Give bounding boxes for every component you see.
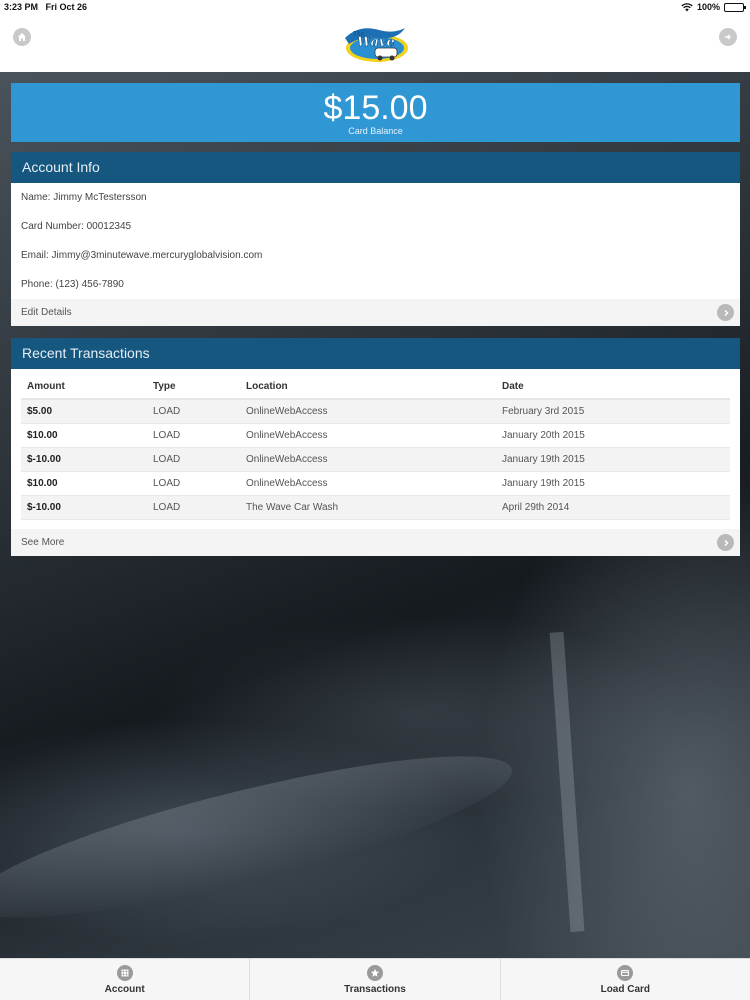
chevron-right-icon bbox=[717, 304, 734, 321]
table-header-row: Amount Type Location Date bbox=[21, 375, 730, 400]
transaction-amount: $-10.00 bbox=[21, 447, 147, 472]
transaction-amount: $10.00 bbox=[21, 423, 147, 448]
transaction-type: LOAD bbox=[147, 423, 240, 448]
transaction-location: OnlineWebAccess bbox=[240, 471, 496, 496]
transaction-location: OnlineWebAccess bbox=[240, 447, 496, 472]
recent-transactions-title: Recent Transactions bbox=[11, 338, 740, 369]
transaction-date: April 29th 2014 bbox=[496, 495, 730, 520]
status-date: Fri Oct 26 bbox=[45, 2, 88, 12]
background-highlight bbox=[0, 725, 523, 949]
card-balance-label: Card Balance bbox=[348, 126, 403, 136]
transaction-location: OnlineWebAccess bbox=[240, 399, 496, 424]
transaction-type: LOAD bbox=[147, 399, 240, 424]
transaction-location: The Wave Car Wash bbox=[240, 495, 496, 520]
transaction-type: LOAD bbox=[147, 447, 240, 472]
status-time-date: 3:23 PM Fri Oct 26 bbox=[4, 2, 87, 12]
see-more-label: See More bbox=[21, 537, 65, 548]
transaction-date: January 19th 2015 bbox=[496, 447, 730, 472]
transaction-location: OnlineWebAccess bbox=[240, 423, 496, 448]
account-info-card: Account Info Name: Jimmy McTestersson Ca… bbox=[11, 152, 740, 326]
exit-icon bbox=[725, 34, 731, 40]
transaction-amount: $10.00 bbox=[21, 471, 147, 496]
battery-icon bbox=[724, 2, 746, 12]
table-row: $5.00 LOAD OnlineWebAccess February 3rd … bbox=[21, 399, 730, 424]
column-header-type: Type bbox=[147, 375, 240, 400]
home-icon bbox=[18, 33, 26, 41]
tab-transactions[interactable]: Transactions bbox=[250, 959, 501, 1000]
recent-transactions-card: Recent Transactions Amount Type Location… bbox=[11, 338, 740, 556]
transaction-type: LOAD bbox=[147, 471, 240, 496]
status-bar: 3:23 PM Fri Oct 26 100% bbox=[0, 0, 750, 14]
see-more-button[interactable]: See More bbox=[11, 529, 740, 556]
card-balance-amount: $15.00 bbox=[323, 89, 428, 127]
tab-load-card[interactable]: Load Card bbox=[501, 959, 750, 1000]
account-card-number: Card Number: 00012345 bbox=[21, 221, 132, 232]
account-info-title: Account Info bbox=[11, 152, 740, 183]
background-highlight bbox=[549, 631, 585, 933]
the-wave-logo: The Wave bbox=[339, 18, 411, 66]
edit-details-label: Edit Details bbox=[21, 307, 72, 318]
column-header-amount: Amount bbox=[21, 375, 147, 400]
account-email: Email: Jimmy@3minutewave.mercuryglobalvi… bbox=[21, 250, 263, 261]
transaction-type: LOAD bbox=[147, 495, 240, 520]
status-right: 100% bbox=[681, 2, 746, 12]
status-time: 3:23 PM bbox=[4, 2, 39, 12]
transaction-date: February 3rd 2015 bbox=[496, 399, 730, 424]
account-phone: Phone: (123) 456-7890 bbox=[21, 279, 124, 290]
grid-icon bbox=[116, 965, 133, 981]
tab-account[interactable]: Account bbox=[0, 959, 251, 1000]
exit-button[interactable] bbox=[719, 28, 737, 46]
tab-transactions-label: Transactions bbox=[344, 984, 406, 995]
column-header-date: Date bbox=[496, 375, 730, 400]
account-name: Name: Jimmy McTestersson bbox=[21, 192, 147, 203]
transaction-date: January 19th 2015 bbox=[496, 471, 730, 496]
table-row: $-10.00 LOAD The Wave Car Wash April 29t… bbox=[21, 495, 730, 520]
table-row: $10.00 LOAD OnlineWebAccess January 20th… bbox=[21, 423, 730, 448]
table-row: $-10.00 LOAD OnlineWebAccess January 19t… bbox=[21, 447, 730, 472]
home-button[interactable] bbox=[13, 28, 31, 46]
tab-load-card-label: Load Card bbox=[600, 984, 651, 995]
chevron-right-icon bbox=[717, 534, 734, 551]
app-header: The Wave bbox=[0, 14, 750, 72]
star-icon bbox=[366, 965, 383, 981]
battery-percent: 100% bbox=[696, 2, 720, 12]
transactions-table: Amount Type Location Date $5.00 LOAD Onl… bbox=[21, 375, 730, 520]
card-balance-panel: $15.00 Card Balance bbox=[11, 83, 740, 142]
column-header-location: Location bbox=[240, 375, 496, 400]
bottom-tab-bar: Account Transactions Load Card bbox=[0, 958, 750, 1000]
edit-details-button[interactable]: Edit Details bbox=[11, 299, 740, 326]
transaction-amount: $5.00 bbox=[21, 399, 147, 424]
table-row: $10.00 LOAD OnlineWebAccess January 19th… bbox=[21, 471, 730, 496]
tab-account-label: Account bbox=[104, 984, 145, 995]
transaction-amount: $-10.00 bbox=[21, 495, 147, 520]
transaction-date: January 20th 2015 bbox=[496, 423, 730, 448]
card-icon bbox=[617, 965, 634, 981]
wifi-icon bbox=[681, 2, 693, 11]
